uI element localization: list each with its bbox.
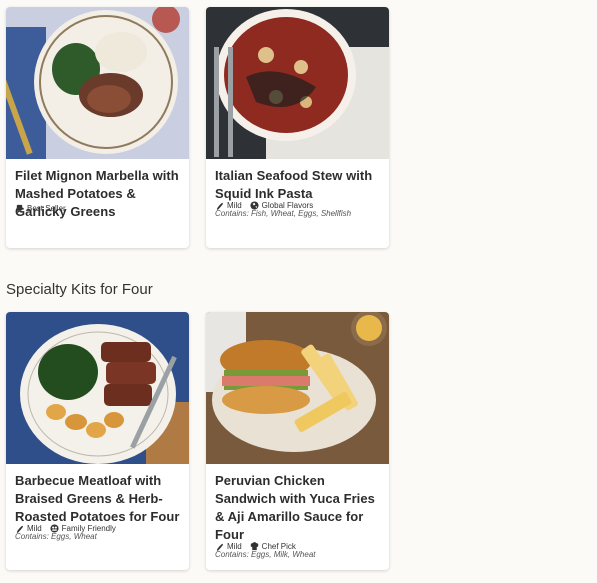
family-icon (50, 524, 59, 533)
recipe-image[interactable] (6, 7, 189, 159)
allergen-info: Contains: Eggs, Wheat (15, 532, 97, 541)
badge-icon (16, 204, 23, 213)
recipe-card-peruvian-chicken[interactable]: Peruvian Chicken Sandwich with Yuca Frie… (206, 312, 389, 570)
recipe-title[interactable]: Peruvian Chicken Sandwich with Yuca Frie… (215, 472, 380, 544)
allergen-info: Contains: Fish, Wheat, Eggs, Shellfish (215, 209, 352, 218)
tag-label: Family Friendly (61, 524, 116, 533)
recipe-card-meatloaf[interactable]: Barbecue Meatloaf with Braised Greens & … (6, 312, 189, 570)
tag-label: Mild (27, 524, 42, 533)
pepper-icon (16, 525, 24, 533)
recipe-card-filet-mignon[interactable]: Filet Mignon Marbella with Mashed Potato… (6, 7, 189, 248)
recipe-card-seafood-stew[interactable]: Italian Seafood Stew with Squid Ink Past… (206, 7, 389, 248)
tag-best-seller: Best Seller (15, 204, 66, 213)
tag-label: Mild (227, 542, 242, 551)
tag-label: Best Seller (27, 204, 66, 213)
tag-label: Chef Pick (261, 542, 296, 551)
tag-chef-pick: Chef Pick (250, 542, 296, 551)
chef-hat-icon (250, 542, 258, 551)
tag-label: Global Flavors (261, 201, 314, 210)
tag-mild: Mild (215, 201, 242, 210)
tag-mild: Mild (215, 542, 242, 551)
recipe-title[interactable]: Italian Seafood Stew with Squid Ink Past… (215, 167, 380, 203)
recipe-image[interactable] (206, 312, 389, 464)
allergen-info: Contains: Eggs, Milk, Wheat (215, 550, 316, 559)
recipe-image[interactable] (206, 7, 389, 159)
recipe-title[interactable]: Barbecue Meatloaf with Braised Greens & … (15, 472, 180, 526)
pepper-icon (216, 202, 224, 210)
tag-global-flavors: Global Flavors (250, 201, 314, 210)
tag-mild: Mild (15, 524, 42, 533)
section-title: Specialty Kits for Four (6, 281, 153, 298)
tag-family-friendly: Family Friendly (50, 524, 116, 533)
pepper-icon (216, 543, 224, 551)
globe-icon (250, 201, 259, 210)
recipe-image[interactable] (6, 312, 189, 464)
tag-label: Mild (227, 201, 242, 210)
